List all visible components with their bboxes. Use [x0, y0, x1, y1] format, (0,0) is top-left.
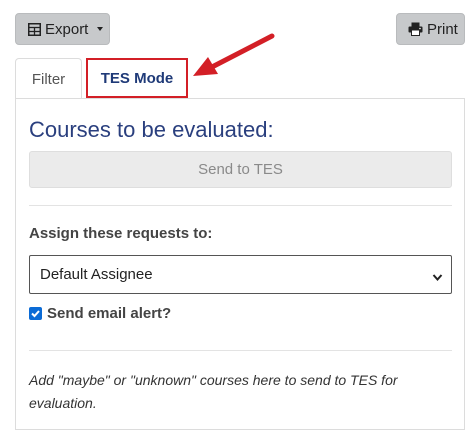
chevron-down-icon: [432, 269, 443, 286]
email-alert-label: Send email alert?: [47, 305, 172, 322]
printer-icon: [408, 22, 423, 36]
tab-filter-label: Filter: [31, 70, 66, 88]
tab-tes-mode-label: TES Mode: [100, 69, 174, 87]
panel-title: Courses to be evaluated:: [29, 117, 274, 142]
print-button[interactable]: Print: [396, 13, 465, 45]
table-icon: [28, 22, 41, 36]
assignee-selected-value: Default Assignee: [40, 266, 153, 283]
divider: [29, 350, 452, 351]
tes-mode-panel: Courses to be evaluated: Send to TES Ass…: [15, 98, 465, 430]
tes-instructions-note: Add "maybe" or "unknown" courses here to…: [29, 372, 398, 411]
assign-requests-label: Assign these requests to:: [29, 225, 213, 242]
send-to-tes-label: Send to TES: [198, 161, 283, 178]
assignee-select[interactable]: Default Assignee: [29, 255, 452, 294]
export-button-label: Export: [45, 20, 89, 38]
email-alert-checkbox[interactable]: [29, 307, 42, 320]
print-button-label: Print: [427, 20, 458, 38]
send-to-tes-button[interactable]: Send to TES: [29, 151, 452, 188]
tab-tes-mode[interactable]: TES Mode: [86, 58, 188, 98]
red-arrow-annotation: [193, 33, 275, 76]
tab-filter[interactable]: Filter: [15, 58, 82, 99]
email-alert-row: Send email alert?: [29, 305, 171, 322]
divider: [29, 205, 452, 206]
check-icon: [31, 310, 40, 318]
export-button[interactable]: Export: [15, 13, 110, 45]
caret-down-icon: [97, 27, 104, 31]
